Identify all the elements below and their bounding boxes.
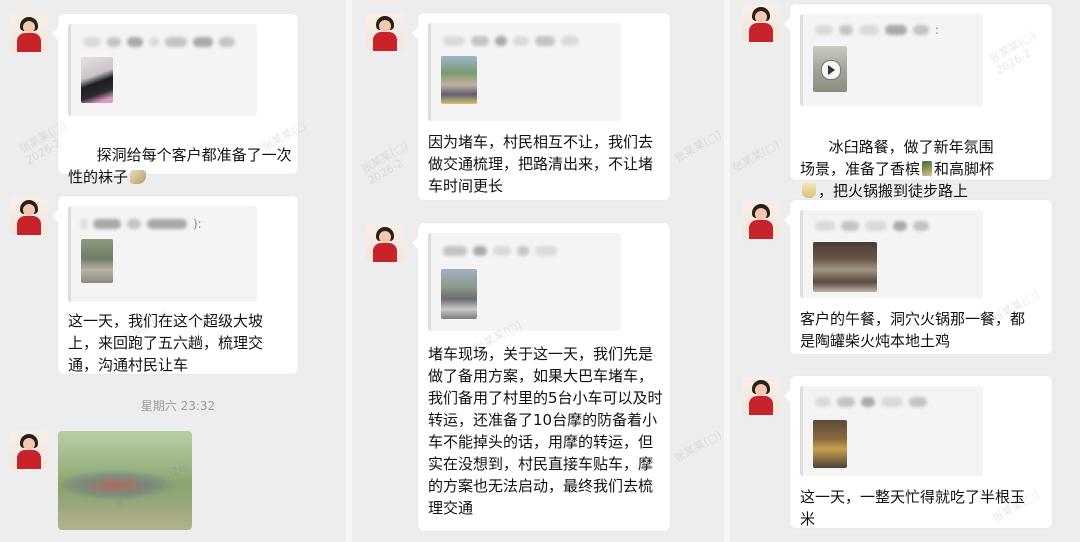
person-in-dark-coat-photo[interactable] xyxy=(81,57,113,103)
blurred-sender-name: : xyxy=(815,23,939,37)
watermark: 张某某(▢) xyxy=(730,137,782,176)
avatar[interactable] xyxy=(366,224,404,262)
chat-column-3: : 冰臼路餐，做了新年氛围场景，准备了香槟 和高脚杯，把火锅搬到徒步路上 客户的午… xyxy=(730,0,1080,542)
quoted-message[interactable]: : xyxy=(800,14,983,106)
quoted-message[interactable] xyxy=(800,210,983,298)
blurred-sender-name xyxy=(815,396,927,408)
group-picnic-photo[interactable] xyxy=(58,431,192,530)
blurred-sender-name xyxy=(815,220,929,232)
avatar[interactable] xyxy=(10,197,48,235)
avatar[interactable] xyxy=(742,201,780,239)
watermark: 张某某(▢)2026-2 xyxy=(358,138,411,188)
message-text: 这一天，我们在这个超级大坡上，来回跑了五六趟，梳理交通，沟通村民让车 xyxy=(68,312,264,374)
message-bubble[interactable]: : 冰臼路餐，做了新年氛围场景，准备了香槟 和高脚杯，把火锅搬到徒步路上 xyxy=(784,4,1052,200)
quoted-message[interactable] xyxy=(800,386,983,476)
avatar[interactable] xyxy=(10,14,48,52)
video-thumbnail[interactable] xyxy=(813,46,847,92)
message-bubble[interactable]: 客户的午餐，洞穴火锅那一餐，都是陶罐柴火炖本地土鸡 xyxy=(784,200,1052,354)
champagne-emoji-icon xyxy=(922,161,933,176)
message-bubble[interactable]: 堵车现场，关于这一天，我们先是做了备用方案，如果大巴车堵车，我们备用了村里的5台… xyxy=(412,223,670,531)
avatar[interactable] xyxy=(366,13,404,51)
message-bubble[interactable]: 探洞给每个客户都准备了一次性的袜子 xyxy=(52,14,298,186)
avatar[interactable] xyxy=(742,377,780,415)
blurred-sender-name xyxy=(443,245,557,257)
message-bubble[interactable]: ): 这一天，我们在这个超级大坡上，来回跑了五六趟，梳理交通，沟通村民让车 xyxy=(52,196,298,374)
watermark: 张某某(▢) xyxy=(672,127,724,166)
message-bubble[interactable]: 因为堵车，村民相互不让，我们去做交通梳理，把路清出来，不让堵车时间更长 xyxy=(412,13,670,200)
cave-lunch-photo[interactable] xyxy=(813,242,877,292)
avatar[interactable] xyxy=(742,4,780,42)
timestamp: 星期六 23:32 xyxy=(140,399,216,413)
mountain-road-photo[interactable] xyxy=(81,239,113,283)
quoted-message[interactable]: ): xyxy=(68,206,257,302)
chat-column-1: 探洞给每个客户都准备了一次性的袜子 ): 这一天，我们在这个超级大坡上，来回跑了… xyxy=(0,0,346,542)
chat-column-2: 因为堵车，村民相互不让，我们去做交通梳理，把路清出来，不让堵车时间更长 堵车现场… xyxy=(352,0,724,542)
quoted-message[interactable] xyxy=(428,233,621,331)
watermark: 张某某(▢) xyxy=(672,427,724,466)
glasses-emoji-icon xyxy=(802,183,816,198)
socks-emoji-icon xyxy=(130,170,147,184)
quoted-message[interactable] xyxy=(68,24,257,116)
message-text: 这一天，一整天忙得就吃了半根玉米 xyxy=(800,488,1026,528)
message-text: 因为堵车，村民相互不让，我们去做交通梳理，把路清出来，不让堵车时间更长 xyxy=(428,133,654,195)
play-icon[interactable] xyxy=(821,60,841,80)
crowd-on-road-photo[interactable] xyxy=(441,56,477,104)
traffic-jam-photo[interactable] xyxy=(441,269,477,319)
message-bubble[interactable]: 这一天，一整天忙得就吃了半根玉米 xyxy=(784,376,1052,528)
corn-food-photo[interactable] xyxy=(813,420,847,468)
avatar[interactable] xyxy=(10,431,48,469)
blurred-sender-name xyxy=(83,36,235,48)
blurred-sender-name: ): xyxy=(81,217,202,231)
message-text: 客户的午餐，洞穴火锅那一餐，都是陶罐柴火炖本地土鸡 xyxy=(800,310,1026,350)
quoted-message[interactable] xyxy=(428,23,621,121)
blurred-sender-name xyxy=(443,35,579,47)
message-text: 堵车现场，关于这一天，我们先是做了备用方案，如果大巴车堵车，我们备用了村里的5台… xyxy=(428,345,663,517)
